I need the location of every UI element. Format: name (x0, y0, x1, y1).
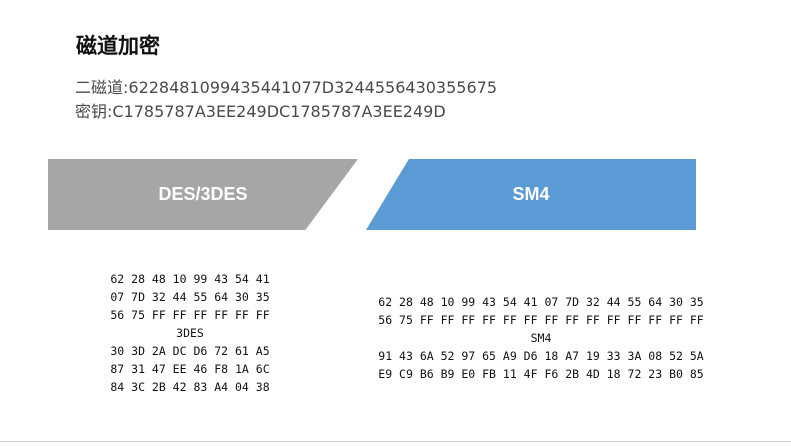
des-line: 84 3C 2B 42 83 A4 04 38 (110, 380, 270, 394)
key-line: 密钥:C1785787A3EE249DC1785787A3EE249D (75, 102, 446, 121)
des-line: 56 75 FF FF FF FF FF FF (110, 308, 270, 322)
sm4-section-label: SM4 (530, 331, 552, 345)
track2-data-line: 二磁道:6228481099435441077D3244556430355675 (75, 78, 498, 97)
tab-des-3des-label: DES/3DES (158, 184, 248, 204)
sm4-output-block: 62 28 48 10 99 43 54 41 07 7D 32 44 55 6… (352, 293, 730, 383)
sm4-line: 91 43 6A 52 97 65 A9 D6 18 A7 19 33 3A 0… (378, 349, 704, 363)
des-line: 07 7D 32 44 55 64 30 35 (110, 290, 270, 304)
des-section-label: 3DES (176, 326, 204, 340)
tab-des-3des[interactable]: DES/3DES (48, 159, 358, 230)
page-title: 磁道加密 (76, 33, 160, 58)
des-line: 62 28 48 10 99 43 54 41 (110, 272, 270, 286)
des-output-block: 62 28 48 10 99 43 54 41 07 7D 32 44 55 6… (92, 270, 288, 396)
sm4-line: 62 28 48 10 99 43 54 41 07 7D 32 44 55 6… (378, 295, 704, 309)
tab-sm4-label: SM4 (512, 184, 550, 204)
des-line: 87 31 47 EE 46 F8 1A 6C (110, 362, 270, 376)
bottom-divider (0, 441, 791, 442)
tab-sm4[interactable]: SM4 (366, 159, 696, 230)
sm4-line: E9 C9 B6 B9 E0 FB 11 4F F6 2B 4D 18 72 2… (378, 367, 704, 381)
des-line: 30 3D 2A DC D6 72 61 A5 (110, 344, 270, 358)
sm4-line: 56 75 FF FF FF FF FF FF FF FF FF FF FF F… (378, 313, 704, 327)
